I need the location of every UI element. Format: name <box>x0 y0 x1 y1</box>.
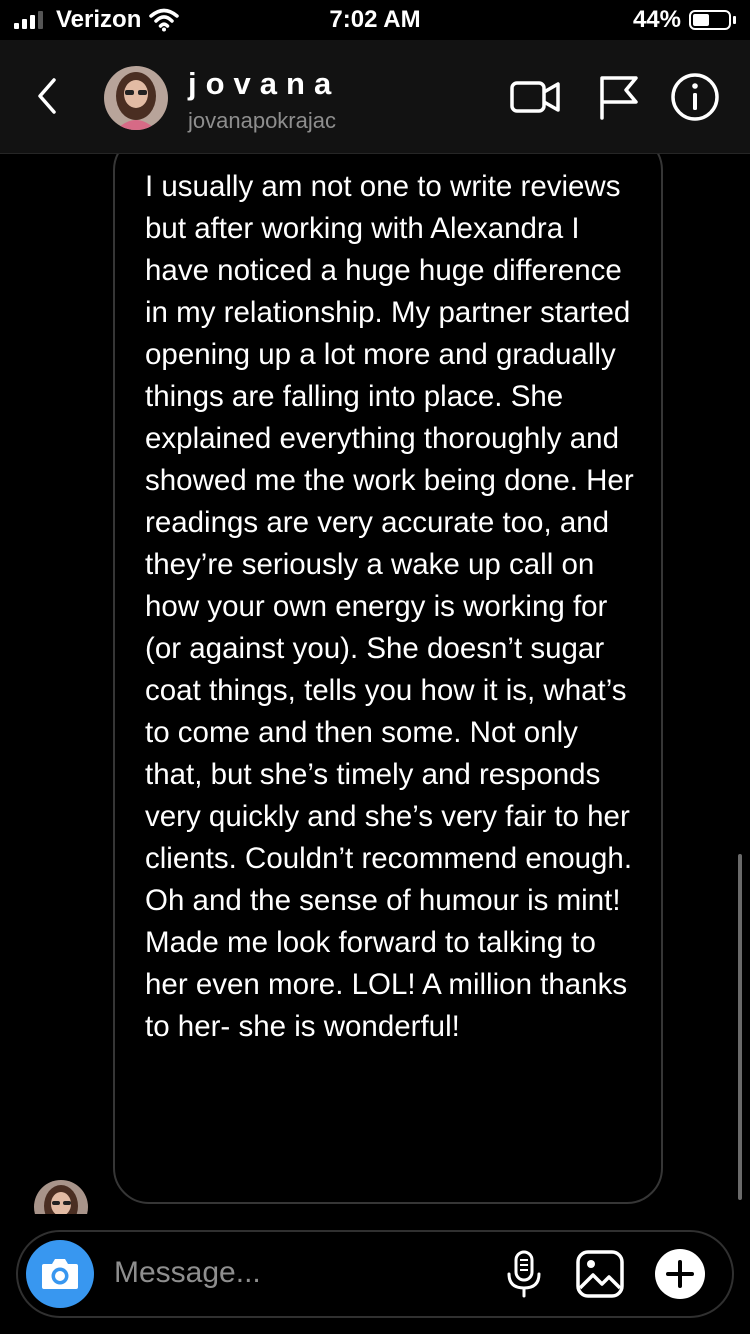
back-chevron-icon[interactable] <box>28 72 68 120</box>
message-thread[interactable]: I usually am not one to write reviews bu… <box>0 154 750 1214</box>
flag-icon[interactable] <box>592 70 646 124</box>
microphone-icon[interactable] <box>498 1248 550 1300</box>
chat-header: jovana jovanapokrajac <box>0 40 750 154</box>
battery-percent: 44% <box>632 6 681 33</box>
sender-avatar[interactable] <box>34 1180 88 1214</box>
plus-icon[interactable] <box>652 1246 708 1302</box>
contact-username[interactable]: jovanapokrajac <box>188 108 336 134</box>
battery-cap <box>733 16 736 24</box>
camera-button[interactable] <box>26 1240 94 1308</box>
avatar[interactable] <box>104 66 168 130</box>
scrollbar[interactable] <box>738 854 742 1200</box>
message-composer[interactable]: Message... <box>16 1230 734 1318</box>
contact-name[interactable]: jovana <box>188 66 340 102</box>
camera-icon <box>42 1259 78 1289</box>
video-call-icon[interactable] <box>508 70 562 124</box>
gallery-icon[interactable] <box>574 1248 626 1300</box>
message-bubble[interactable]: I usually am not one to write reviews bu… <box>113 154 663 1204</box>
info-icon[interactable] <box>668 70 722 124</box>
message-text: I usually am not one to write reviews bu… <box>145 170 634 1043</box>
message-input[interactable]: Message... <box>114 1256 261 1290</box>
status-right: 44% <box>633 6 736 34</box>
status-bar: Verizon 7:02 AM 44% <box>0 0 750 40</box>
battery-icon <box>689 10 731 30</box>
